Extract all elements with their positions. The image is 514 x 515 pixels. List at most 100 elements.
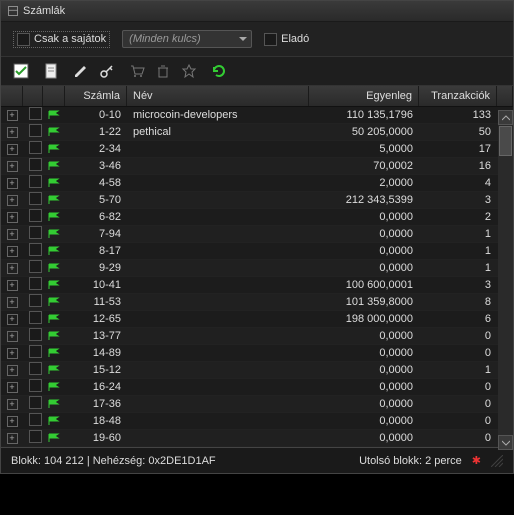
table-row[interactable]: 4-582,00004: [1, 175, 513, 192]
row-checkbox[interactable]: [23, 395, 43, 413]
expand-icon[interactable]: [1, 263, 23, 274]
row-checkbox[interactable]: [23, 293, 43, 311]
flag-icon: [43, 433, 65, 443]
row-checkbox[interactable]: [23, 208, 43, 226]
refresh-button[interactable]: [211, 63, 227, 79]
expand-icon[interactable]: [1, 246, 23, 257]
table-header: Számla Név Egyenleg Tranzakciók: [1, 86, 513, 107]
row-checkbox[interactable]: [23, 174, 43, 192]
star-button[interactable]: [181, 63, 197, 79]
table-body: 0-10microcoin-developers110 135,17961331…: [1, 107, 513, 447]
keys-dropdown[interactable]: (Minden kulcs): [122, 30, 252, 48]
row-checkbox[interactable]: [23, 157, 43, 175]
table-row[interactable]: 0-10microcoin-developers110 135,1796133: [1, 107, 513, 124]
expand-icon[interactable]: [1, 280, 23, 291]
seller-checkbox[interactable]: Eladó: [264, 33, 309, 46]
table-row[interactable]: 8-170,00001: [1, 243, 513, 260]
key-button[interactable]: [99, 63, 115, 79]
table-row[interactable]: 13-770,00000: [1, 328, 513, 345]
expand-icon[interactable]: [1, 314, 23, 325]
cell-balance: 50 205,0000: [309, 125, 419, 139]
table-row[interactable]: 1-22pethical50 205,000050: [1, 124, 513, 141]
expand-icon[interactable]: [1, 212, 23, 223]
row-checkbox[interactable]: [23, 259, 43, 277]
table-row[interactable]: 10-41100 600,00013: [1, 277, 513, 294]
expand-icon[interactable]: [1, 297, 23, 308]
col-check[interactable]: [23, 86, 43, 106]
row-checkbox[interactable]: [23, 140, 43, 158]
cell-transactions: 1: [419, 261, 497, 275]
expand-icon[interactable]: [1, 416, 23, 427]
cell-balance: 0,0000: [309, 346, 419, 360]
table-row[interactable]: 3-4670,000216: [1, 158, 513, 175]
cell-transactions: 4: [419, 176, 497, 190]
checkbox-icon: [17, 33, 30, 46]
expand-icon[interactable]: [1, 127, 23, 138]
col-balance[interactable]: Egyenleg: [309, 86, 419, 106]
flag-icon: [43, 178, 65, 188]
expand-icon[interactable]: [1, 195, 23, 206]
table-row[interactable]: 14-890,00000: [1, 345, 513, 362]
row-checkbox[interactable]: [23, 276, 43, 294]
expand-icon[interactable]: [1, 365, 23, 376]
edit-button[interactable]: [73, 63, 89, 79]
expand-icon[interactable]: [1, 399, 23, 410]
row-checkbox[interactable]: [23, 242, 43, 260]
flag-icon: [43, 399, 65, 409]
expand-icon[interactable]: [1, 382, 23, 393]
select-all-button[interactable]: [13, 63, 29, 79]
cell-name: [127, 250, 309, 252]
own-only-checkbox[interactable]: Csak a sajátok: [13, 31, 110, 48]
row-checkbox[interactable]: [23, 123, 43, 141]
row-checkbox[interactable]: [23, 107, 43, 124]
table-row[interactable]: 19-600,00000: [1, 430, 513, 447]
expand-icon[interactable]: [1, 178, 23, 189]
table-row[interactable]: 6-820,00002: [1, 209, 513, 226]
cell-transactions: 0: [419, 346, 497, 360]
expand-icon[interactable]: [1, 348, 23, 359]
row-checkbox[interactable]: [23, 310, 43, 328]
document-button[interactable]: [43, 63, 59, 79]
col-flag[interactable]: [43, 86, 65, 106]
row-checkbox[interactable]: [23, 361, 43, 379]
row-checkbox[interactable]: [23, 225, 43, 243]
resize-grip-icon[interactable]: [491, 455, 503, 467]
col-name[interactable]: Név: [127, 86, 309, 106]
table-row[interactable]: 7-940,00001: [1, 226, 513, 243]
expand-icon[interactable]: [1, 161, 23, 172]
trash-button[interactable]: [155, 63, 171, 79]
cell-balance: 0,0000: [309, 431, 419, 445]
table-row[interactable]: 9-290,00001: [1, 260, 513, 277]
expand-icon[interactable]: [1, 110, 23, 121]
expand-icon[interactable]: [1, 433, 23, 444]
expand-icon[interactable]: [1, 144, 23, 155]
expand-icon[interactable]: [1, 331, 23, 342]
cart-button[interactable]: [129, 63, 145, 79]
row-checkbox[interactable]: [23, 378, 43, 396]
table-row[interactable]: 17-360,00000: [1, 396, 513, 413]
row-checkbox[interactable]: [23, 429, 43, 447]
table-row[interactable]: 16-240,00000: [1, 379, 513, 396]
scroll-up-button[interactable]: [498, 110, 513, 125]
row-checkbox[interactable]: [23, 327, 43, 345]
col-transactions[interactable]: Tranzakciók: [419, 86, 497, 106]
table-row[interactable]: 15-120,00001: [1, 362, 513, 379]
scroll-down-button[interactable]: [498, 435, 513, 450]
col-expand[interactable]: [1, 86, 23, 106]
window-title: Számlák: [23, 5, 65, 17]
flag-icon: [43, 110, 65, 120]
row-checkbox[interactable]: [23, 344, 43, 362]
row-checkbox[interactable]: [23, 191, 43, 209]
flag-icon: [43, 348, 65, 358]
row-checkbox[interactable]: [23, 412, 43, 430]
scroll-thumb[interactable]: [499, 126, 512, 156]
table-row[interactable]: 5-70212 343,53993: [1, 192, 513, 209]
table-row[interactable]: 12-65198 000,00006: [1, 311, 513, 328]
table-row[interactable]: 11-53101 359,80008: [1, 294, 513, 311]
table-row[interactable]: 18-480,00000: [1, 413, 513, 430]
col-account[interactable]: Számla: [65, 86, 127, 106]
cell-account: 18-48: [65, 414, 127, 428]
expand-icon[interactable]: [1, 229, 23, 240]
vertical-scrollbar[interactable]: [498, 110, 513, 450]
table-row[interactable]: 2-345,000017: [1, 141, 513, 158]
